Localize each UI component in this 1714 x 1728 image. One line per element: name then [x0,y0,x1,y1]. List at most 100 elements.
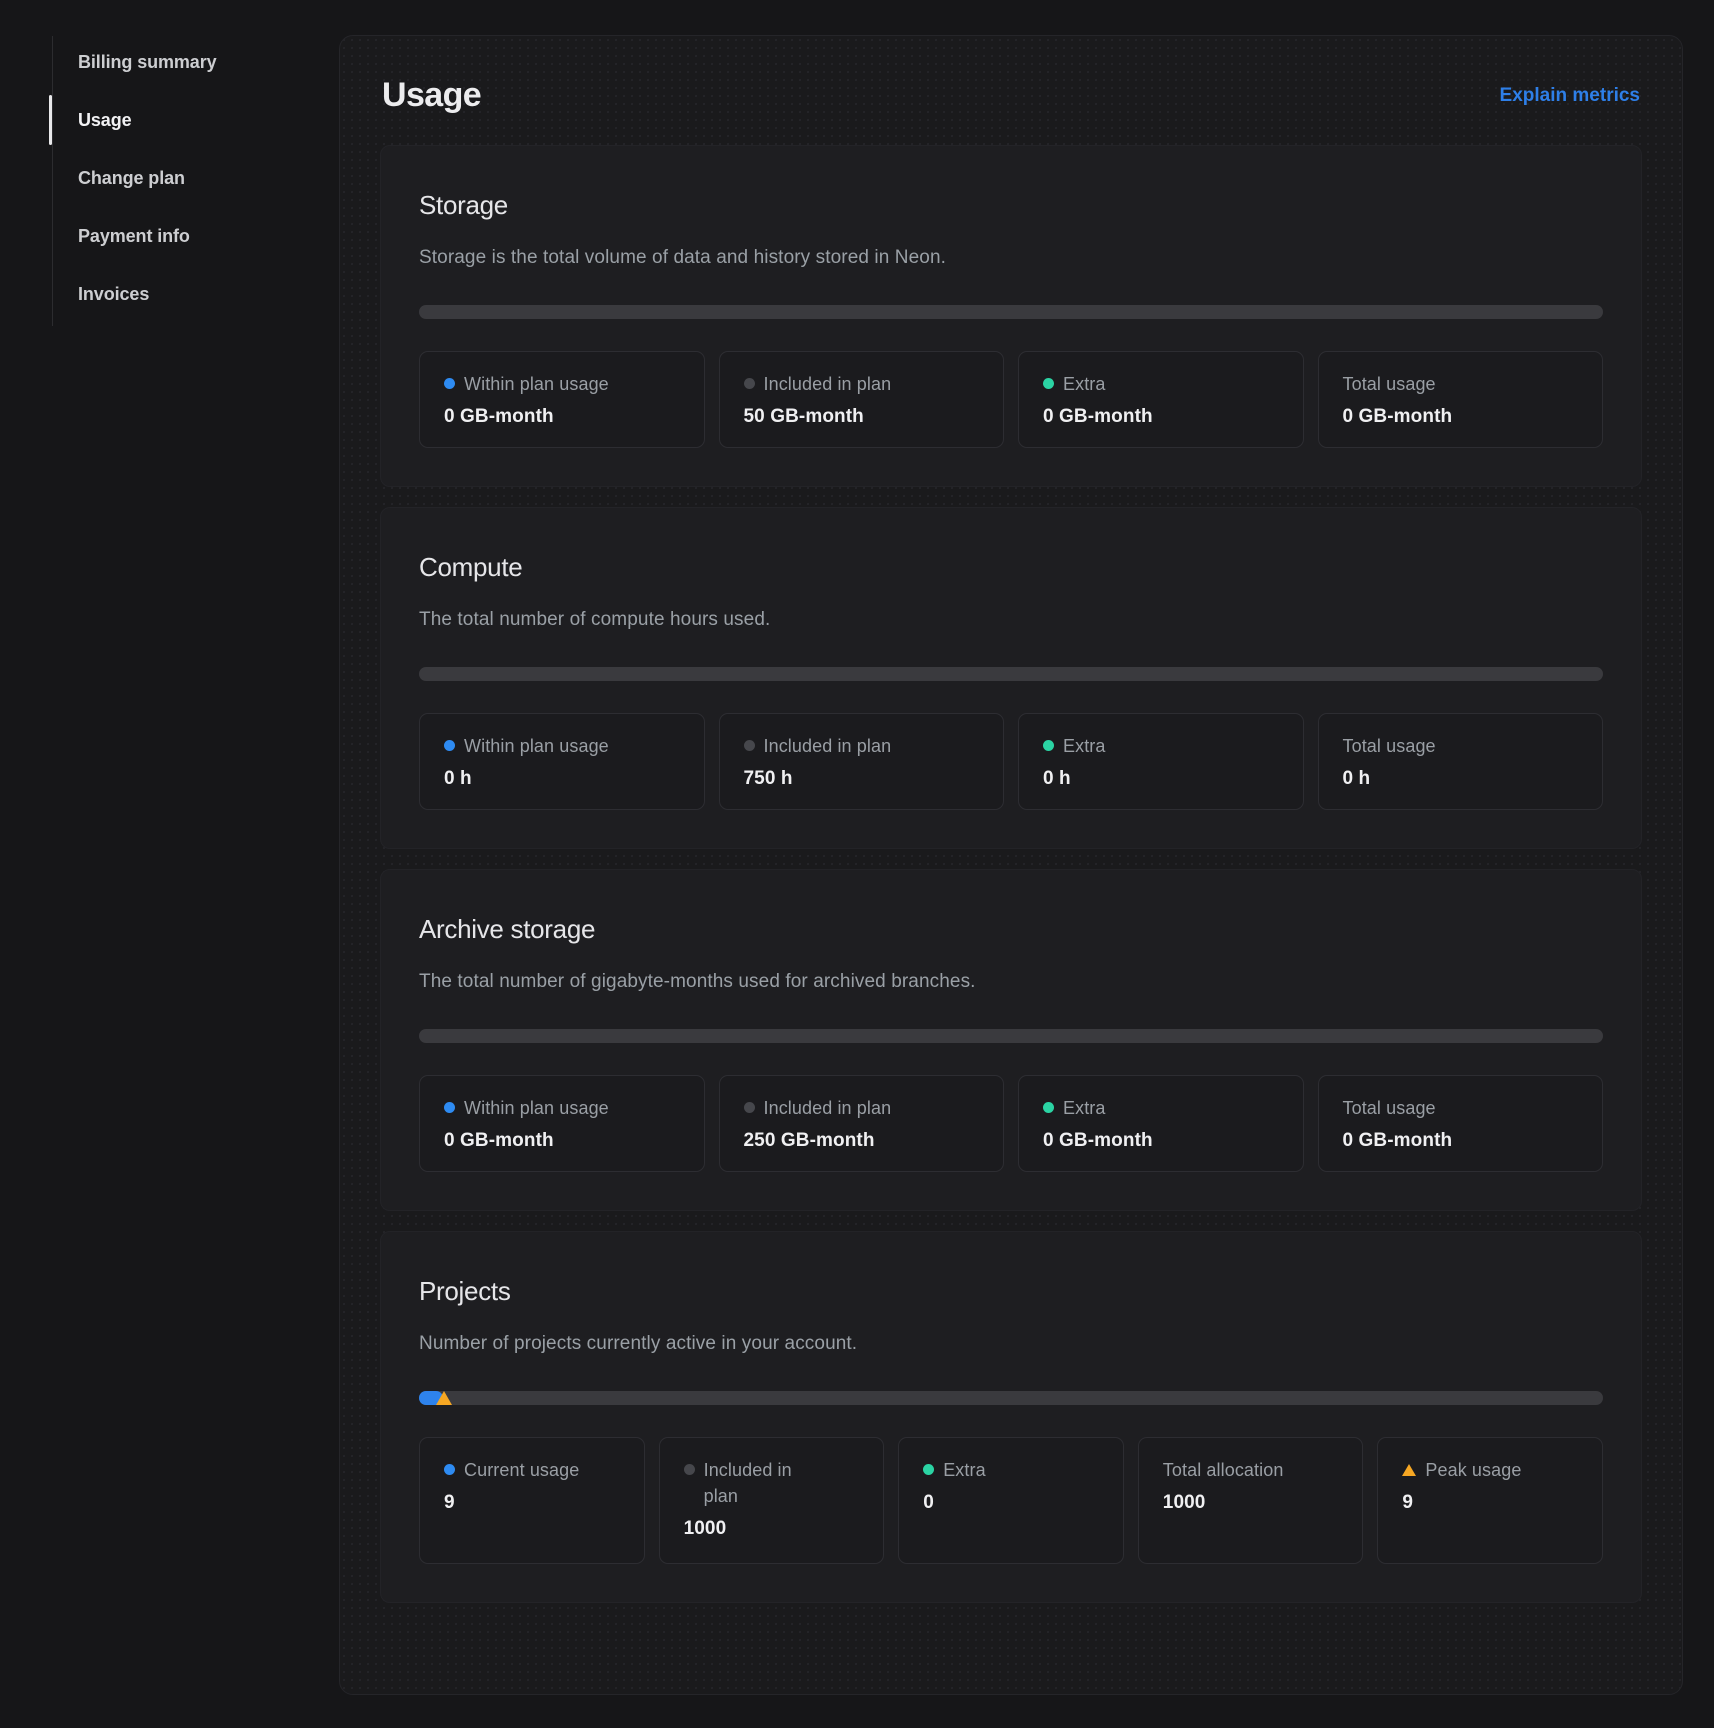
extra-dot [1043,1102,1054,1113]
stat-label: Total usage [1343,371,1436,397]
peak-usage-marker-icon [436,1391,452,1405]
stat-card-extra: Extra 0 h [1018,713,1304,810]
storage-section-title: Storage [419,190,1603,221]
extra-dot [1043,740,1054,751]
stat-label: Peak usage [1425,1457,1521,1483]
stat-label: Extra [943,1457,986,1483]
stat-value: 0 GB-month [1043,1130,1279,1152]
billing-sidebar: Billing summary Usage Change plan Paymen… [0,0,339,1728]
stat-label: Included in plan [764,1095,892,1121]
stat-value: 0 GB-month [444,406,680,428]
stat-label: Included in plan [764,371,892,397]
stat-label: Within plan usage [464,1095,609,1121]
stat-label: Included in plan [764,733,892,759]
storage-stats-row: Within plan usage 0 GB-month Included in… [419,351,1603,448]
stat-value: 9 [444,1492,620,1514]
panel-header: Usage Explain metrics [380,76,1642,115]
page-title: Usage [382,76,481,115]
stat-value: 0 GB-month [1343,1130,1579,1152]
stat-card-current-usage: Current usage 9 [419,1437,645,1564]
explain-metrics-link[interactable]: Explain metrics [1500,85,1640,107]
stat-card-within-plan: Within plan usage 0 GB-month [419,351,705,448]
extra-dot [923,1464,934,1475]
stat-label: Within plan usage [464,733,609,759]
storage-section: Storage Storage is the total volume of d… [380,145,1642,487]
archive-storage-section-title: Archive storage [419,914,1603,945]
stat-card-included-in-plan: Included in plan 50 GB-month [719,351,1005,448]
archive-storage-section-description: The total number of gigabyte-months used… [419,971,1603,993]
stat-value: 1000 [1163,1492,1339,1514]
stat-card-within-plan: Within plan usage 0 GB-month [419,1075,705,1172]
sidebar-item-invoices[interactable]: Invoices [78,268,339,320]
stat-label: Extra [1063,733,1106,759]
stat-value: 0 GB-month [1343,406,1579,428]
included-in-plan-dot [684,1464,695,1475]
stat-card-extra: Extra 0 [898,1437,1124,1564]
projects-progress-bar [419,1391,1603,1405]
stat-label: Within plan usage [464,371,609,397]
stat-value: 750 h [744,768,980,790]
storage-section-description: Storage is the total volume of data and … [419,247,1603,269]
compute-stats-row: Within plan usage 0 h Included in plan 7… [419,713,1603,810]
storage-progress-bar [419,305,1603,319]
stat-label: Extra [1063,1095,1106,1121]
sidebar-item-label: Payment info [78,226,190,247]
extra-dot [1043,378,1054,389]
sidebar-item-label: Invoices [78,284,149,305]
stat-label: Current usage [464,1457,579,1483]
stat-card-total-allocation: Total allocation 1000 [1138,1437,1364,1564]
stat-value: 9 [1402,1492,1578,1514]
stat-label: Total usage [1343,733,1436,759]
projects-section: Projects Number of projects currently ac… [380,1231,1642,1603]
included-in-plan-dot [744,740,755,751]
compute-section-title: Compute [419,552,1603,583]
billing-nav: Billing summary Usage Change plan Paymen… [52,36,339,326]
sidebar-item-payment-info[interactable]: Payment info [78,210,339,262]
projects-section-title: Projects [419,1276,1603,1307]
stat-label: Total usage [1343,1095,1436,1121]
compute-section: Compute The total number of compute hour… [380,507,1642,849]
peak-usage-triangle-icon [1402,1464,1416,1476]
sidebar-item-label: Change plan [78,168,185,189]
stat-value: 1000 [684,1518,860,1540]
stat-card-peak-usage: Peak usage 9 [1377,1437,1603,1564]
sidebar-item-label: Billing summary [78,52,217,73]
stat-value: 0 h [444,768,680,790]
archive-storage-section: Archive storage The total number of giga… [380,869,1642,1211]
stat-card-total-usage: Total usage 0 GB-month [1318,351,1604,448]
stat-card-extra: Extra 0 GB-month [1018,1075,1304,1172]
stat-card-extra: Extra 0 GB-month [1018,351,1304,448]
usage-panel: Usage Explain metrics Storage Storage is… [339,35,1683,1695]
stat-label: Extra [1063,371,1106,397]
stat-label: Included in plan [704,1457,808,1509]
stat-card-total-usage: Total usage 0 GB-month [1318,1075,1604,1172]
sidebar-item-label: Usage [78,110,132,131]
stat-card-within-plan: Within plan usage 0 h [419,713,705,810]
within-plan-dot [444,1102,455,1113]
stat-value: 250 GB-month [744,1130,980,1152]
archive-storage-progress-bar [419,1029,1603,1043]
stat-value: 0 h [1343,768,1579,790]
stat-value: 0 h [1043,768,1279,790]
stat-card-included-in-plan: Included in plan 1000 [659,1437,885,1564]
compute-section-description: The total number of compute hours used. [419,609,1603,631]
current-usage-dot [444,1464,455,1475]
stat-value: 0 GB-month [1043,406,1279,428]
sidebar-item-usage[interactable]: Usage [78,94,339,146]
stat-card-total-usage: Total usage 0 h [1318,713,1604,810]
archive-storage-stats-row: Within plan usage 0 GB-month Included in… [419,1075,1603,1172]
within-plan-dot [444,740,455,751]
sidebar-item-billing-summary[interactable]: Billing summary [78,36,339,88]
stat-card-included-in-plan: Included in plan 750 h [719,713,1005,810]
projects-stats-row: Current usage 9 Included in plan 1000 Ex… [419,1437,1603,1564]
stat-value: 50 GB-month [744,406,980,428]
stat-label: Total allocation [1163,1457,1284,1483]
included-in-plan-dot [744,378,755,389]
included-in-plan-dot [744,1102,755,1113]
within-plan-dot [444,378,455,389]
sidebar-item-change-plan[interactable]: Change plan [78,152,339,204]
compute-progress-bar [419,667,1603,681]
stat-card-included-in-plan: Included in plan 250 GB-month [719,1075,1005,1172]
stat-value: 0 [923,1492,1099,1514]
stat-value: 0 GB-month [444,1130,680,1152]
